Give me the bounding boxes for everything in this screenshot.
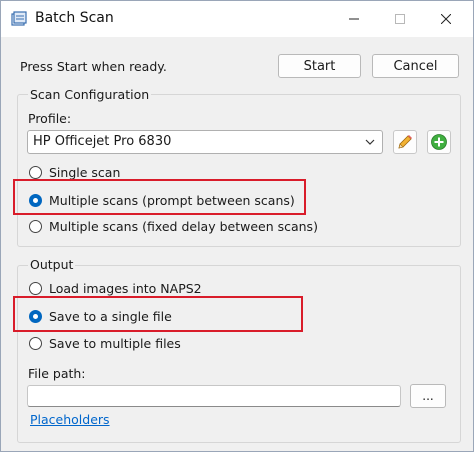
status-text: Press Start when ready.	[20, 59, 167, 74]
start-button[interactable]: Start	[278, 54, 361, 78]
highlight-box-multiple-scans	[13, 179, 306, 215]
batch-scan-window: Batch Scan Press Start when ready. Start…	[0, 0, 474, 452]
multiple-scans-delay-radio[interactable]	[29, 219, 42, 233]
profile-value: HP Officejet Pro 6830	[33, 134, 172, 149]
file-path-label: File path:	[28, 366, 86, 381]
load-images-label: Load images into NAPS2	[49, 280, 202, 296]
save-multiple-files-option[interactable]: Save to multiple files	[29, 334, 181, 352]
title-bar: Batch Scan	[1, 1, 473, 37]
minimize-icon	[349, 18, 359, 20]
add-profile-button[interactable]	[427, 130, 451, 154]
cancel-button[interactable]: Cancel	[372, 54, 459, 78]
highlight-box-save-single-file	[13, 296, 303, 332]
profile-select[interactable]: HP Officejet Pro 6830	[27, 130, 383, 154]
save-multiple-files-label: Save to multiple files	[49, 335, 181, 351]
edit-profile-button[interactable]	[393, 130, 417, 154]
add-icon	[431, 134, 447, 150]
load-images-radio[interactable]	[29, 281, 42, 295]
profile-label: Profile:	[28, 111, 72, 126]
pencil-icon	[398, 135, 412, 149]
load-images-option[interactable]: Load images into NAPS2	[29, 279, 202, 297]
multiple-scans-delay-label: Multiple scans (fixed delay between scan…	[49, 218, 318, 234]
scan-configuration-legend: Scan Configuration	[28, 87, 152, 102]
save-multiple-files-radio[interactable]	[29, 336, 42, 350]
single-scan-label: Single scan	[49, 164, 121, 180]
output-legend: Output	[28, 257, 76, 272]
placeholders-link[interactable]: Placeholders	[30, 412, 110, 427]
multiple-scans-delay-option[interactable]: Multiple scans (fixed delay between scan…	[29, 217, 318, 235]
file-path-input[interactable]	[27, 385, 401, 407]
maximize-icon	[395, 14, 405, 24]
chevron-down-icon	[365, 139, 375, 145]
minimize-button[interactable]	[331, 1, 377, 37]
window-title: Batch Scan	[35, 10, 114, 26]
app-icon	[11, 11, 27, 26]
close-button[interactable]	[423, 1, 469, 37]
single-scan-radio[interactable]	[29, 165, 42, 179]
browse-button[interactable]: ...	[410, 384, 446, 408]
dialog-content: Press Start when ready. Start Cancel Sca…	[1, 37, 473, 451]
close-icon	[441, 14, 451, 24]
maximize-button[interactable]	[377, 1, 423, 37]
